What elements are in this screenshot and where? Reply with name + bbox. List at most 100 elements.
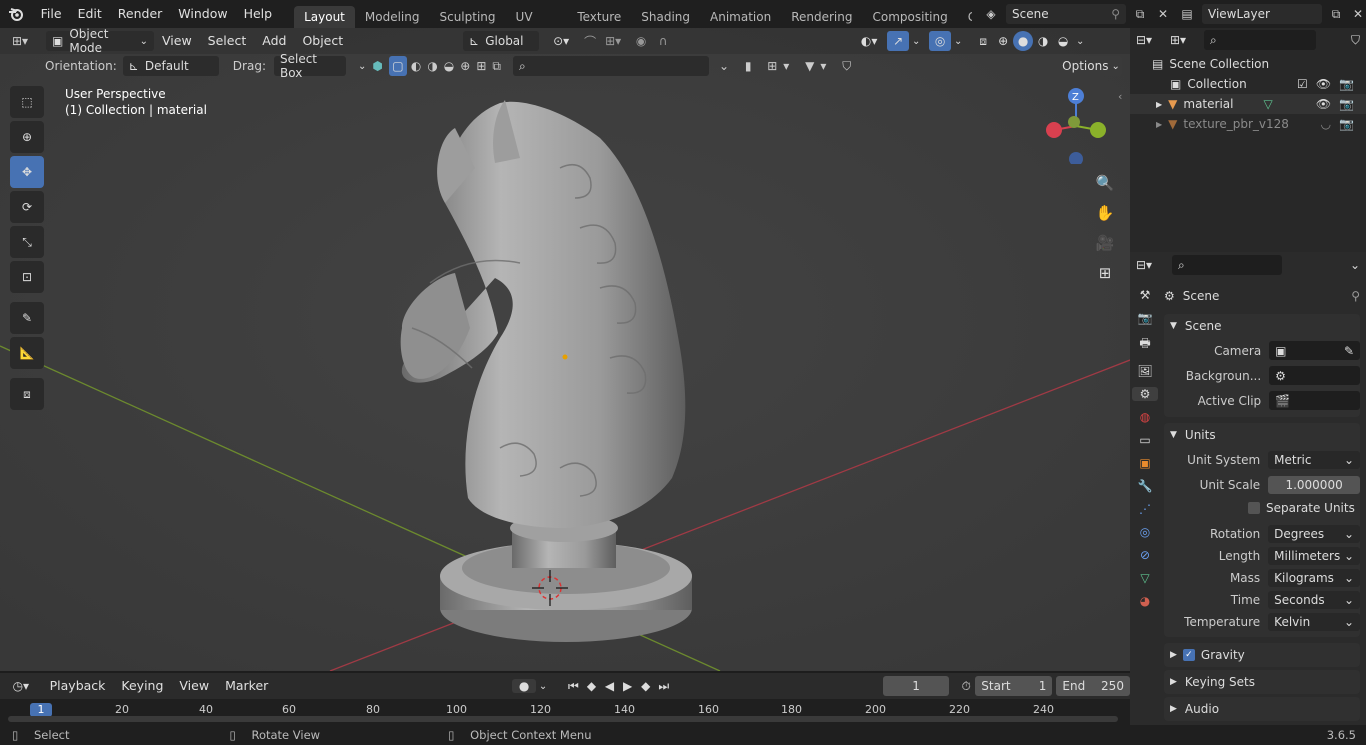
camera-view-icon[interactable]: 🎥 xyxy=(1092,230,1118,256)
overlay-toggle-icon[interactable]: ◎ xyxy=(929,31,952,51)
tab-rendering[interactable]: Rendering xyxy=(781,6,862,28)
scene-tab-icon[interactable]: ⚙ xyxy=(1132,387,1158,401)
timeline-scrollbar[interactable] xyxy=(8,716,1118,722)
collection-tab-icon[interactable]: ▭ xyxy=(1139,433,1150,447)
tab-shading[interactable]: Shading xyxy=(631,6,700,28)
shading-menu-icon[interactable]: ⌄ xyxy=(1073,36,1087,47)
wireframe-shading-icon[interactable]: ⊕ xyxy=(993,34,1013,48)
eye-icon[interactable]: 👁 xyxy=(1316,77,1331,91)
camera-field[interactable]: ▣ ✎ xyxy=(1269,341,1360,360)
navigation-gizmo[interactable]: Z xyxy=(1040,84,1120,164)
output-tab-icon[interactable]: 🖶 xyxy=(1139,334,1150,355)
expand-arrow-icon[interactable]: ▶ xyxy=(1156,120,1162,129)
chevron-down-icon[interactable]: ⌄ xyxy=(358,61,366,72)
eye-icon[interactable]: 👁 xyxy=(1316,97,1331,111)
current-frame-field[interactable]: 1 xyxy=(882,676,950,696)
start-frame-field[interactable]: Start 1 xyxy=(975,676,1053,696)
snap-target-icon[interactable]: ⊞▾ xyxy=(601,34,625,48)
tab-sculpting[interactable]: Sculpting xyxy=(429,6,505,28)
menu-edit[interactable]: Edit xyxy=(70,0,110,28)
new-scene-icon[interactable]: ⧉ xyxy=(1130,7,1150,22)
transform-orientation[interactable]: ⊾ Global xyxy=(463,31,540,51)
physics-tab-icon[interactable]: ◎ xyxy=(1140,525,1150,539)
data-tab-icon[interactable]: ▽ xyxy=(1140,571,1149,585)
add-cube-tool-icon[interactable]: ⧈ xyxy=(10,378,44,410)
chevron-down-icon[interactable]: ⌄ xyxy=(1350,258,1360,272)
tab-geometry-nodes[interactable]: Geometry Noc xyxy=(958,6,972,28)
tab-animation[interactable]: Animation xyxy=(700,6,781,28)
mass-dropdown[interactable]: Kilograms ⌄ xyxy=(1268,569,1360,587)
vp-menu-select[interactable]: Select xyxy=(200,28,255,55)
next-keyframe-icon[interactable]: ◆ xyxy=(637,679,655,693)
new-view-layer-icon[interactable]: ⧉ xyxy=(1326,7,1346,22)
solid-shading-icon[interactable]: ● xyxy=(1013,31,1034,51)
view-layer-tab-icon[interactable]: 🖼 xyxy=(1137,364,1152,378)
vp-menu-view[interactable]: View xyxy=(154,28,200,55)
material-tab-icon[interactable]: ◕ xyxy=(1140,594,1150,608)
length-dropdown[interactable]: Millimeters ⌄ xyxy=(1268,547,1360,565)
transform-tool-icon[interactable]: ⊡ xyxy=(10,261,44,293)
3d-viewport[interactable]: ⊞▾ ▣ Object Mode ⌄ View Select Add Objec… xyxy=(0,28,1130,671)
end-frame-field[interactable]: End 250 xyxy=(1056,676,1130,696)
gizmo-toggle-icon[interactable]: ↗ xyxy=(887,31,910,51)
camera-icon[interactable]: 📷 xyxy=(1339,77,1354,91)
particles-tab-icon[interactable]: ⋰ xyxy=(1139,502,1151,516)
scene-panel-header[interactable]: ▼ Scene xyxy=(1164,314,1360,338)
constraints-tab-icon[interactable]: ⊘ xyxy=(1140,548,1150,562)
keying-sets-panel[interactable]: ▶ Keying Sets xyxy=(1164,670,1360,694)
view-layer-icon[interactable]: ▤ xyxy=(1176,7,1198,21)
pin-icon[interactable]: ⚲ xyxy=(1351,289,1360,303)
camera-icon[interactable]: 📷 xyxy=(1339,117,1354,131)
outliner-editor-icon[interactable]: ⊟▾ xyxy=(1136,33,1170,47)
camera-icon[interactable]: 📷 xyxy=(1339,97,1354,111)
mesh-data-icon[interactable]: ▽ xyxy=(1263,97,1272,111)
options-button[interactable]: Options ⌄ xyxy=(1060,56,1122,76)
tree-row-collection[interactable]: ▣ Collection ☑ 👁 📷 xyxy=(1130,74,1366,94)
menu-help[interactable]: Help xyxy=(236,0,281,28)
orthographic-grid-icon[interactable]: ⊞ xyxy=(1092,260,1118,286)
unit-system-dropdown[interactable]: Metric ⌄ xyxy=(1268,450,1360,469)
tree-row-scene-collection[interactable]: ▤ Scene Collection xyxy=(1130,54,1366,74)
temperature-dropdown[interactable]: Kelvin ⌄ xyxy=(1268,613,1360,631)
object-tab-icon[interactable]: ▣ xyxy=(1139,456,1150,470)
playhead[interactable]: 1 xyxy=(30,703,52,717)
snap-icon[interactable]: ⌒ xyxy=(579,33,601,50)
separate-units-checkbox[interactable] xyxy=(1248,502,1260,514)
pivot-point-icon[interactable]: ⊙▾ xyxy=(547,34,575,48)
tab-compositing[interactable]: Compositing xyxy=(862,6,957,28)
overlay-menu-icon[interactable]: ⌄ xyxy=(951,36,965,47)
gravity-checkbox[interactable]: ✓ xyxy=(1182,649,1195,661)
annotate-tool-icon[interactable]: ✎ xyxy=(10,302,44,334)
record-icon[interactable]: ● xyxy=(512,679,536,693)
filter-icon[interactable]: ⛉ xyxy=(1351,33,1360,48)
editor-type-icon[interactable]: ⊞▾ xyxy=(0,34,40,48)
tree-row-material[interactable]: ▶ ▼ material ▽ 👁 📷 xyxy=(1130,94,1366,114)
mode-selector[interactable]: ▣ Object Mode ⌄ xyxy=(46,28,154,55)
expand-arrow-icon[interactable]: ▶ xyxy=(1156,100,1162,109)
vp-menu-object[interactable]: Object xyxy=(294,28,351,55)
jump-start-icon[interactable]: ⏮ xyxy=(564,679,582,694)
separate-units-row[interactable]: Separate Units xyxy=(1164,497,1360,519)
rendered-shading-icon[interactable]: ◒ xyxy=(1053,34,1073,48)
select-box-tool-icon[interactable]: ⬚ xyxy=(10,86,44,118)
menu-render[interactable]: Render xyxy=(110,0,171,28)
scene-icon[interactable]: ◈ xyxy=(980,7,1002,21)
tool-tab-icon[interactable]: ⚒ xyxy=(1140,288,1151,302)
timeline-menu-keying[interactable]: Keying xyxy=(113,672,171,700)
pan-hand-icon[interactable]: ✋ xyxy=(1092,200,1118,226)
modifier-tab-icon[interactable]: 🔧 xyxy=(1138,479,1153,493)
rotate-tool-icon[interactable]: ⟳ xyxy=(10,191,44,223)
jump-end-icon[interactable]: ⏭ xyxy=(655,679,673,694)
material-shading-icon[interactable]: ◑ xyxy=(1033,34,1053,48)
tree-row-texture[interactable]: ▶ ▼ texture_pbr_v128 ◡ 📷 xyxy=(1130,114,1366,134)
select-mode-new-icon[interactable]: ▢ xyxy=(388,56,407,76)
eyedropper-icon[interactable]: ✎ xyxy=(1344,344,1354,358)
render-tab-icon[interactable]: 📷 xyxy=(1138,311,1153,325)
zoom-icon[interactable]: 🔍 xyxy=(1092,170,1118,196)
play-icon[interactable]: ▶ xyxy=(619,679,637,693)
menu-window[interactable]: Window xyxy=(170,0,235,28)
scene-selector[interactable]: Scene ⚲ xyxy=(1006,4,1126,24)
timeline-menu-marker[interactable]: Marker xyxy=(217,672,276,700)
select-mode-icons[interactable]: ◐◑◒⊕⊞⧉ xyxy=(411,59,507,74)
keyframe-type-icon[interactable]: ⌄ xyxy=(536,681,550,692)
